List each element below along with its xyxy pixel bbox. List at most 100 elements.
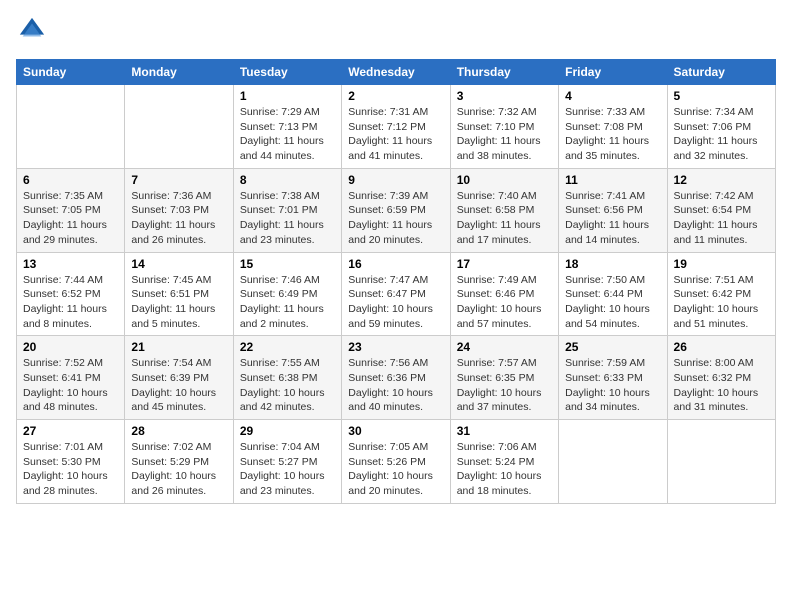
day-cell: 20 Sunrise: 7:52 AM Sunset: 6:41 PM Dayli… bbox=[17, 336, 125, 420]
day-detail: Sunrise: 7:40 AM Sunset: 6:58 PM Dayligh… bbox=[457, 189, 552, 248]
day-cell: 29Sunrise: 7:04 AM Sunset: 5:27 PM Dayli… bbox=[233, 420, 341, 504]
day-number: 18 bbox=[565, 257, 660, 271]
day-detail: Sunrise: 7:47 AM Sunset: 6:47 PM Dayligh… bbox=[348, 273, 443, 332]
day-number: 5 bbox=[674, 89, 769, 103]
day-detail: Sunrise: 7:51 AM Sunset: 6:42 PM Dayligh… bbox=[674, 273, 769, 332]
day-detail: Sunrise: 7:39 AM Sunset: 6:59 PM Dayligh… bbox=[348, 189, 443, 248]
day-detail: Sunrise: 7:38 AM Sunset: 7:01 PM Dayligh… bbox=[240, 189, 335, 248]
day-cell: 24 Sunrise: 7:57 AM Sunset: 6:35 PM Dayli… bbox=[450, 336, 558, 420]
day-number: 8 bbox=[240, 173, 335, 187]
day-detail: Sunrise: 7:32 AM Sunset: 7:10 PM Dayligh… bbox=[457, 105, 552, 164]
day-cell: 22 Sunrise: 7:55 AM Sunset: 6:38 PM Dayli… bbox=[233, 336, 341, 420]
day-number: 15 bbox=[240, 257, 335, 271]
day-number: 12 bbox=[674, 173, 769, 187]
day-cell: 30 Sunrise: 7:05 AM Sunset: 5:26 PM Dayli… bbox=[342, 420, 450, 504]
weekday-header-thursday: Thursday bbox=[450, 60, 558, 85]
day-number: 9 bbox=[348, 173, 443, 187]
weekday-header-saturday: Saturday bbox=[667, 60, 775, 85]
day-cell: 19 Sunrise: 7:51 AM Sunset: 6:42 PM Dayli… bbox=[667, 252, 775, 336]
calendar-table: SundayMondayTuesdayWednesdayThursdayFrid… bbox=[16, 59, 776, 504]
day-cell: 21Sunrise: 7:54 AM Sunset: 6:39 PM Dayli… bbox=[125, 336, 233, 420]
weekday-header-wednesday: Wednesday bbox=[342, 60, 450, 85]
weekday-header-row: SundayMondayTuesdayWednesdayThursdayFrid… bbox=[17, 60, 776, 85]
day-detail: Sunrise: 7:45 AM Sunset: 6:51 PM Dayligh… bbox=[131, 273, 226, 332]
day-detail: Sunrise: 7:49 AM Sunset: 6:46 PM Dayligh… bbox=[457, 273, 552, 332]
day-detail: Sunrise: 7:29 AM Sunset: 7:13 PM Dayligh… bbox=[240, 105, 335, 164]
day-number: 25 bbox=[565, 340, 660, 354]
day-number: 24 bbox=[457, 340, 552, 354]
day-cell: 13 Sunrise: 7:44 AM Sunset: 6:52 PM Dayli… bbox=[17, 252, 125, 336]
day-cell: 25 Sunrise: 7:59 AM Sunset: 6:33 PM Dayli… bbox=[559, 336, 667, 420]
day-detail: Sunrise: 7:55 AM Sunset: 6:38 PM Dayligh… bbox=[240, 356, 335, 415]
day-detail: Sunrise: 7:56 AM Sunset: 6:36 PM Dayligh… bbox=[348, 356, 443, 415]
day-cell bbox=[125, 85, 233, 169]
day-detail: Sunrise: 7:59 AM Sunset: 6:33 PM Dayligh… bbox=[565, 356, 660, 415]
day-number: 30 bbox=[348, 424, 443, 438]
day-number: 22 bbox=[240, 340, 335, 354]
day-cell: 28Sunrise: 7:02 AM Sunset: 5:29 PM Dayli… bbox=[125, 420, 233, 504]
day-cell: 31 Sunrise: 7:06 AM Sunset: 5:24 PM Dayli… bbox=[450, 420, 558, 504]
day-cell: 3 Sunrise: 7:32 AM Sunset: 7:10 PM Daylig… bbox=[450, 85, 558, 169]
day-detail: Sunrise: 7:33 AM Sunset: 7:08 PM Dayligh… bbox=[565, 105, 660, 164]
day-number: 7 bbox=[131, 173, 226, 187]
day-number: 4 bbox=[565, 89, 660, 103]
day-cell: 27 Sunrise: 7:01 AM Sunset: 5:30 PM Dayli… bbox=[17, 420, 125, 504]
day-detail: Sunrise: 7:44 AM Sunset: 6:52 PM Dayligh… bbox=[23, 273, 118, 332]
day-cell: 18Sunrise: 7:50 AM Sunset: 6:44 PM Dayli… bbox=[559, 252, 667, 336]
day-number: 10 bbox=[457, 173, 552, 187]
day-number: 11 bbox=[565, 173, 660, 187]
day-number: 26 bbox=[674, 340, 769, 354]
day-number: 6 bbox=[23, 173, 118, 187]
week-row-2: 6 Sunrise: 7:35 AM Sunset: 7:05 PM Daylig… bbox=[17, 168, 776, 252]
day-detail: Sunrise: 8:00 AM Sunset: 6:32 PM Dayligh… bbox=[674, 356, 769, 415]
weekday-header-friday: Friday bbox=[559, 60, 667, 85]
day-detail: Sunrise: 7:31 AM Sunset: 7:12 PM Dayligh… bbox=[348, 105, 443, 164]
day-detail: Sunrise: 7:41 AM Sunset: 6:56 PM Dayligh… bbox=[565, 189, 660, 248]
day-cell: 1 Sunrise: 7:29 AM Sunset: 7:13 PM Daylig… bbox=[233, 85, 341, 169]
page-header bbox=[16, 16, 776, 49]
day-detail: Sunrise: 7:34 AM Sunset: 7:06 PM Dayligh… bbox=[674, 105, 769, 164]
day-number: 31 bbox=[457, 424, 552, 438]
week-row-4: 20 Sunrise: 7:52 AM Sunset: 6:41 PM Dayli… bbox=[17, 336, 776, 420]
week-row-1: 1 Sunrise: 7:29 AM Sunset: 7:13 PM Daylig… bbox=[17, 85, 776, 169]
day-detail: Sunrise: 7:01 AM Sunset: 5:30 PM Dayligh… bbox=[23, 440, 118, 499]
day-number: 13 bbox=[23, 257, 118, 271]
day-cell: 14Sunrise: 7:45 AM Sunset: 6:51 PM Dayli… bbox=[125, 252, 233, 336]
day-cell bbox=[559, 420, 667, 504]
weekday-header-monday: Monday bbox=[125, 60, 233, 85]
week-row-5: 27 Sunrise: 7:01 AM Sunset: 5:30 PM Dayli… bbox=[17, 420, 776, 504]
day-number: 28 bbox=[131, 424, 226, 438]
day-number: 16 bbox=[348, 257, 443, 271]
day-number: 1 bbox=[240, 89, 335, 103]
day-detail: Sunrise: 7:52 AM Sunset: 6:41 PM Dayligh… bbox=[23, 356, 118, 415]
logo-icon bbox=[18, 16, 46, 44]
day-cell: 10 Sunrise: 7:40 AM Sunset: 6:58 PM Dayli… bbox=[450, 168, 558, 252]
day-detail: Sunrise: 7:05 AM Sunset: 5:26 PM Dayligh… bbox=[348, 440, 443, 499]
day-number: 20 bbox=[23, 340, 118, 354]
day-number: 3 bbox=[457, 89, 552, 103]
day-detail: Sunrise: 7:46 AM Sunset: 6:49 PM Dayligh… bbox=[240, 273, 335, 332]
day-cell: 5 Sunrise: 7:34 AM Sunset: 7:06 PM Daylig… bbox=[667, 85, 775, 169]
day-cell: 8 Sunrise: 7:38 AM Sunset: 7:01 PM Daylig… bbox=[233, 168, 341, 252]
day-number: 19 bbox=[674, 257, 769, 271]
day-detail: Sunrise: 7:06 AM Sunset: 5:24 PM Dayligh… bbox=[457, 440, 552, 499]
week-row-3: 13 Sunrise: 7:44 AM Sunset: 6:52 PM Dayli… bbox=[17, 252, 776, 336]
day-number: 2 bbox=[348, 89, 443, 103]
day-detail: Sunrise: 7:35 AM Sunset: 7:05 PM Dayligh… bbox=[23, 189, 118, 248]
weekday-header-sunday: Sunday bbox=[17, 60, 125, 85]
day-cell: 16 Sunrise: 7:47 AM Sunset: 6:47 PM Dayli… bbox=[342, 252, 450, 336]
day-number: 29 bbox=[240, 424, 335, 438]
day-number: 23 bbox=[348, 340, 443, 354]
day-number: 17 bbox=[457, 257, 552, 271]
day-cell: 12 Sunrise: 7:42 AM Sunset: 6:54 PM Dayli… bbox=[667, 168, 775, 252]
day-cell: 4 Sunrise: 7:33 AM Sunset: 7:08 PM Daylig… bbox=[559, 85, 667, 169]
day-detail: Sunrise: 7:42 AM Sunset: 6:54 PM Dayligh… bbox=[674, 189, 769, 248]
day-cell bbox=[667, 420, 775, 504]
day-number: 27 bbox=[23, 424, 118, 438]
day-cell: 11 Sunrise: 7:41 AM Sunset: 6:56 PM Dayli… bbox=[559, 168, 667, 252]
day-cell: 6 Sunrise: 7:35 AM Sunset: 7:05 PM Daylig… bbox=[17, 168, 125, 252]
day-cell: 26 Sunrise: 8:00 AM Sunset: 6:32 PM Dayli… bbox=[667, 336, 775, 420]
day-cell: 9 Sunrise: 7:39 AM Sunset: 6:59 PM Daylig… bbox=[342, 168, 450, 252]
day-detail: Sunrise: 7:54 AM Sunset: 6:39 PM Dayligh… bbox=[131, 356, 226, 415]
day-detail: Sunrise: 7:57 AM Sunset: 6:35 PM Dayligh… bbox=[457, 356, 552, 415]
